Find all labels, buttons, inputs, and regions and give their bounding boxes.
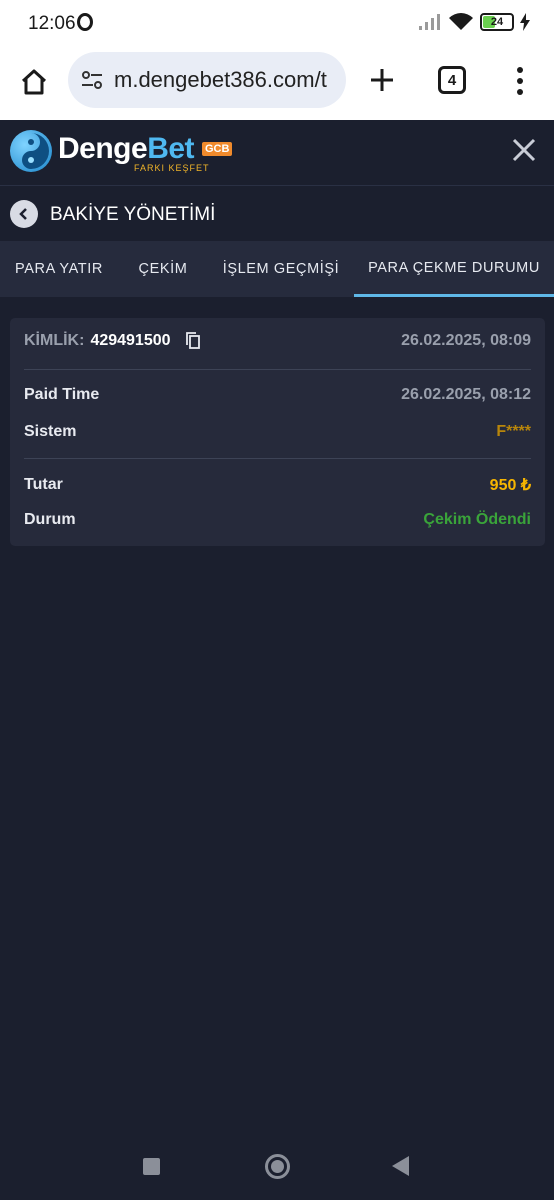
site-header: DengeBet GCB FARKI KEŞFET [0,120,554,186]
logo-accent: Bet [147,132,195,165]
charging-icon [520,13,530,31]
status-time: 12:06 [28,13,76,34]
id-value: 429491500 [90,332,171,350]
logo-main: Denge [58,132,148,165]
logo-badge: GCB [202,142,233,156]
chevron-left-icon [19,208,27,220]
tab-label: ÇEKİM [138,261,188,277]
battery-level: 24 [490,16,504,28]
system-row: Sistem F**** [24,423,531,441]
logo-icon[interactable] [10,130,52,172]
logo-tagline: FARKI KEŞFET [134,163,210,173]
created-date: 26.02.2025, 08:09 [401,332,531,350]
opera-icon [77,13,93,31]
logo-text[interactable]: DengeBet [58,132,195,166]
home-icon[interactable] [14,62,54,102]
home-nav-icon[interactable] [265,1154,290,1179]
status-value: Çekim Ödendi [423,511,531,528]
paid-time-value: 26.02.2025, 08:12 [401,386,531,403]
system-nav-bar [0,1140,554,1200]
system-label: Sistem [24,423,77,440]
title-row: BAKİYE YÖNETİMİ [0,187,554,241]
menu-icon[interactable] [508,64,532,98]
tab-para-cekme-durumu[interactable]: PARA ÇEKME DURUMU [354,241,554,297]
tab-cekim[interactable]: ÇEKİM [118,241,208,297]
status-icons: 24 [418,12,530,32]
wifi-icon [449,13,473,30]
withdrawal-card: KİMLİK: 429491500 26.02.2025, 08:09 Paid … [10,318,545,546]
tab-islem-gecmisi[interactable]: İŞLEM GEÇMİŞİ [208,241,354,297]
back-button[interactable] [10,200,38,228]
amount-value: 950 ₺ [489,477,531,494]
browser-toolbar: m.dengebet386.com/t 4 [0,50,554,120]
tab-label: PARA ÇEKME DURUMU [368,259,540,276]
amount-label: Tutar [24,476,63,493]
amount-row: Tutar 950 ₺ [24,475,531,495]
tab-bar: PARA YATIR ÇEKİM İŞLEM GEÇMİŞİ PARA ÇEKM… [0,241,554,297]
status-row: Durum Çekim Ödendi [24,511,531,529]
new-tab-icon[interactable] [364,62,400,98]
status-label: Durum [24,511,76,528]
close-icon[interactable] [510,136,538,164]
status-bar: 12:06 24 [0,0,554,50]
paid-time-row: Paid Time 26.02.2025, 08:12 [24,386,531,404]
back-nav-icon[interactable] [392,1156,409,1176]
tab-label: İŞLEM GEÇMİŞİ [222,261,340,277]
id-label: KİMLİK: [24,332,85,350]
site-settings-icon[interactable] [80,68,104,92]
id-row: KİMLİK: 429491500 26.02.2025, 08:09 [24,332,531,350]
battery-icon: 24 [480,13,514,31]
tab-count: 4 [447,71,457,89]
url-text[interactable]: m.dengebet386.com/t [114,67,327,93]
divider [24,458,531,459]
paid-time-label: Paid Time [24,386,100,403]
tabs-icon[interactable]: 4 [438,66,466,94]
url-bar[interactable]: m.dengebet386.com/t [68,52,346,108]
tab-para-yatir[interactable]: PARA YATIR [0,241,118,297]
divider [24,369,531,370]
page-title: BAKİYE YÖNETİMİ [50,204,216,225]
system-value: F**** [496,423,531,440]
id-group: KİMLİK: 429491500 [24,332,201,350]
recents-icon[interactable] [143,1158,160,1175]
signal-icon [419,14,440,30]
copy-icon[interactable] [185,332,201,350]
tab-label: PARA YATIR [15,261,103,277]
